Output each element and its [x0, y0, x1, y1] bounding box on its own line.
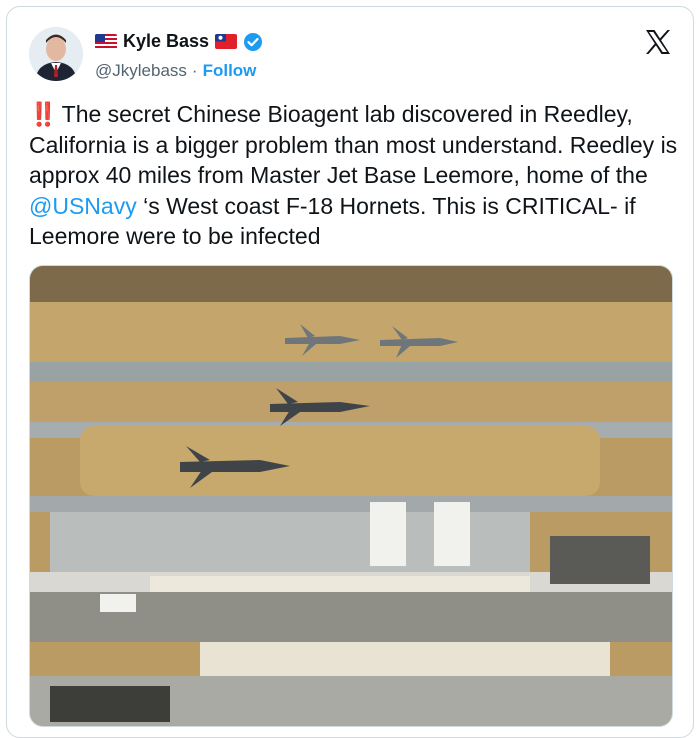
tweet-text-part1: The secret Chinese Bioagent lab discover… [29, 101, 678, 188]
author-name-row: Kyle Bass [95, 31, 263, 52]
taiwan-flag-icon [215, 34, 238, 49]
mention-link[interactable]: @USNavy [29, 193, 137, 219]
verified-badge-icon [243, 32, 263, 52]
follow-button[interactable]: Follow [203, 61, 257, 81]
tweet-header: Kyle Bass @Jkylebass · Follow [29, 23, 679, 93]
us-flag-icon [95, 34, 117, 49]
aerial-photo-jets-over-airbase [30, 266, 672, 726]
author-name[interactable]: Kyle Bass [123, 31, 209, 52]
tweet-media-image[interactable] [29, 265, 673, 727]
avatar[interactable] [29, 27, 83, 81]
separator-dot: · [191, 61, 198, 80]
x-logo-icon[interactable] [643, 27, 673, 57]
author-handle[interactable]: @Jkylebass [95, 61, 187, 81]
double-exclamation-icon: ‼️ [29, 101, 58, 127]
author-handle-row: @Jkylebass · Follow [95, 61, 256, 81]
tweet-card: Kyle Bass @Jkylebass · Follow ‼️ The sec… [6, 6, 694, 738]
tweet-text: ‼️ The secret Chinese Bioagent lab discov… [29, 99, 679, 252]
